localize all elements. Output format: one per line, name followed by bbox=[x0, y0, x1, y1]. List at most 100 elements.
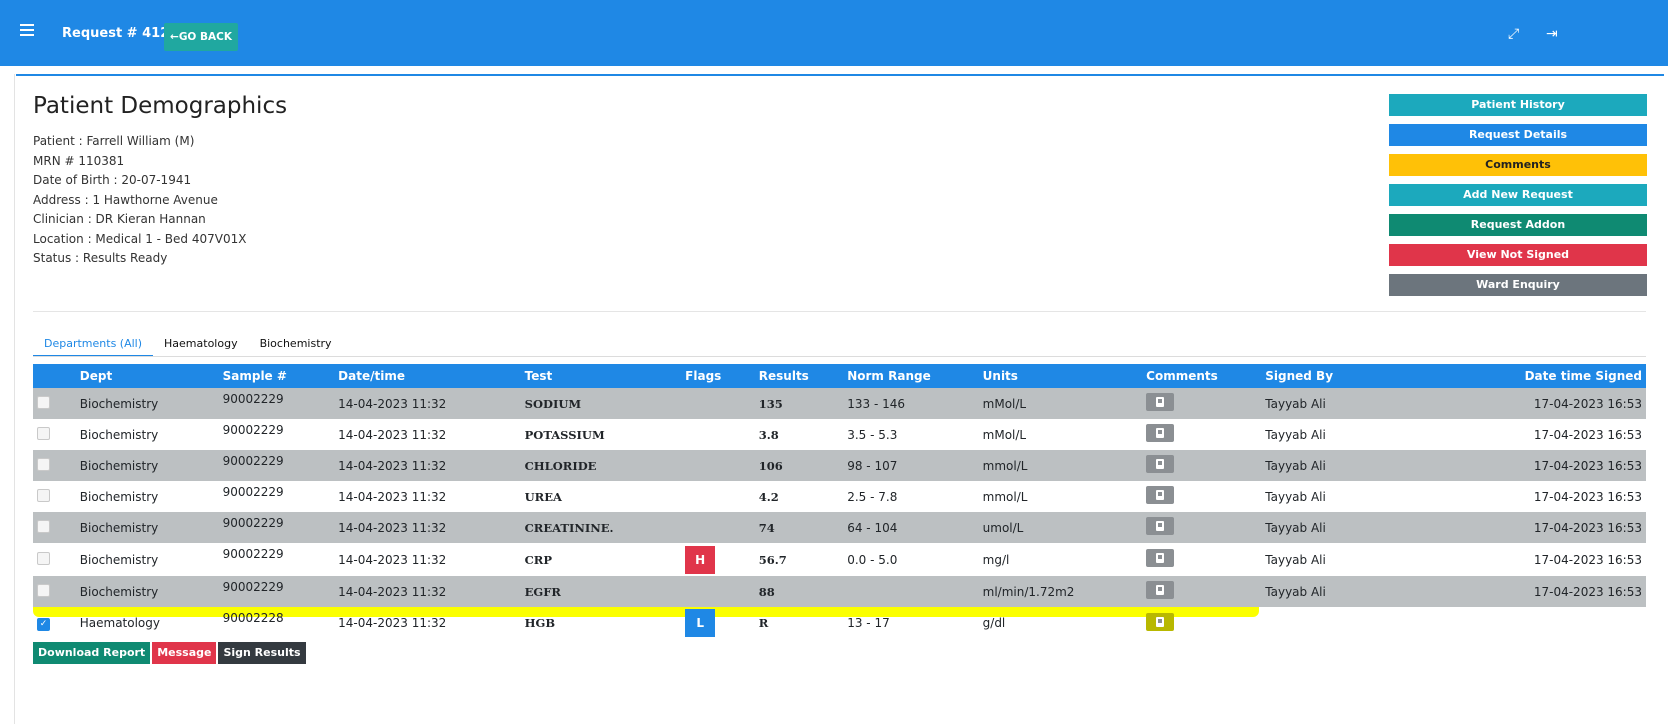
comment-icon[interactable] bbox=[1146, 393, 1175, 411]
select-cell[interactable] bbox=[33, 576, 76, 607]
page-title: Patient Demographics bbox=[33, 93, 288, 119]
units-cell: ml/min/1.72m2 bbox=[978, 576, 1143, 607]
tab-departments-all[interactable]: Departments (All) bbox=[33, 333, 154, 357]
table-row[interactable]: Biochemistry 90002229 14-04-2023 11:32 CRP H… bbox=[33, 543, 1646, 576]
column-header[interactable]: Comments bbox=[1142, 364, 1262, 388]
datetime-cell: 14-04-2023 11:32 bbox=[338, 616, 447, 630]
ward-enquiry-button[interactable]: Ward Enquiry bbox=[1389, 274, 1647, 296]
comment-icon[interactable] bbox=[1146, 612, 1175, 631]
column-header[interactable]: Date/time bbox=[334, 364, 521, 388]
tab-divider bbox=[33, 356, 1646, 357]
row-checkbox[interactable]: ✓ bbox=[37, 618, 50, 631]
signed-at-cell: 17-04-2023 16:53 bbox=[1379, 512, 1646, 543]
column-header[interactable]: Flags bbox=[681, 364, 755, 388]
request-details-button[interactable]: Request Details bbox=[1389, 124, 1647, 146]
select-cell[interactable] bbox=[33, 450, 76, 481]
row-checkbox[interactable] bbox=[37, 551, 50, 565]
column-header[interactable] bbox=[33, 364, 76, 388]
comment-icon[interactable] bbox=[1146, 424, 1175, 442]
range-cell: 13 - 17 bbox=[847, 616, 890, 630]
table-row[interactable]: Biochemistry 90002229 14-04-2023 11:32 EGFR… bbox=[33, 576, 1646, 607]
test-cell: UREA bbox=[520, 481, 682, 512]
column-header[interactable]: Test bbox=[520, 364, 682, 388]
column-header[interactable]: Units bbox=[978, 364, 1143, 388]
result-cell: R bbox=[758, 616, 769, 630]
logout-icon[interactable]: ⇥ bbox=[1546, 26, 1558, 42]
row-checkbox[interactable] bbox=[37, 457, 50, 471]
row-checkbox[interactable] bbox=[37, 395, 50, 409]
go-back-button[interactable]: ←GO BACK bbox=[164, 23, 238, 51]
signed-by-cell: Tayyab Ali bbox=[1261, 543, 1379, 576]
select-cell[interactable] bbox=[33, 388, 76, 419]
table-row[interactable]: ✓ Haematology 90002228 14-04-2023 11:32 HGB L… bbox=[33, 607, 1646, 639]
select-cell[interactable] bbox=[33, 419, 76, 450]
select-cell[interactable] bbox=[33, 543, 76, 576]
row-checkbox[interactable] bbox=[37, 426, 50, 440]
result-cell: 74 bbox=[754, 512, 844, 543]
datetime-cell: 14-04-2023 11:32 bbox=[334, 419, 521, 450]
column-header[interactable]: Norm Range bbox=[843, 364, 979, 388]
row-checkbox[interactable] bbox=[37, 583, 50, 597]
signed-by-cell: Tayyab Ali bbox=[1261, 388, 1379, 419]
test-cell: SODIUM bbox=[520, 388, 682, 419]
comment-icon[interactable] bbox=[1146, 517, 1175, 535]
request-addon-button[interactable]: Request Addon bbox=[1389, 214, 1647, 236]
sample-cell: 90002228 bbox=[222, 611, 284, 625]
column-header[interactable]: Signed By bbox=[1261, 364, 1379, 388]
select-cell[interactable] bbox=[33, 481, 76, 512]
patient-address: Address : 1 Hawthorne Avenue bbox=[33, 192, 218, 207]
select-cell[interactable]: ✓ bbox=[33, 607, 76, 639]
datetime-cell: 14-04-2023 11:32 bbox=[334, 450, 521, 481]
result-cell: 106 bbox=[754, 450, 844, 481]
view-not-signed-button[interactable]: View Not Signed bbox=[1389, 244, 1647, 266]
datetime-cell: 14-04-2023 11:32 bbox=[334, 512, 521, 543]
result-cell: 88 bbox=[754, 576, 844, 607]
column-header[interactable]: Results bbox=[754, 364, 844, 388]
table-row[interactable]: Biochemistry 90002229 14-04-2023 11:32 UREA… bbox=[33, 481, 1646, 512]
dept-cell: Biochemistry bbox=[75, 419, 219, 450]
comment-icon[interactable] bbox=[1146, 549, 1175, 567]
column-header[interactable]: Date time Signed bbox=[1379, 364, 1646, 388]
dept-cell: Biochemistry bbox=[75, 481, 219, 512]
comment-icon[interactable] bbox=[1146, 455, 1175, 473]
signed-by-cell: Tayyab Ali bbox=[1261, 512, 1379, 543]
flag-cell bbox=[681, 419, 755, 450]
patient-name: Patient : Farrell William (M) bbox=[33, 134, 195, 148]
row-checkbox[interactable] bbox=[37, 488, 50, 502]
signed-by-cell bbox=[1261, 607, 1379, 639]
tab-haematology[interactable]: Haematology bbox=[153, 333, 249, 355]
table-row[interactable]: Biochemistry 90002229 14-04-2023 11:32 CREA… bbox=[33, 512, 1646, 543]
dept-cell: Biochemistry bbox=[75, 576, 219, 607]
select-cell[interactable] bbox=[33, 512, 76, 543]
test-cell: EGFR bbox=[520, 576, 682, 607]
download-report-button[interactable]: Download Report bbox=[33, 642, 151, 664]
table-row[interactable]: Biochemistry 90002229 14-04-2023 11:32 SODI… bbox=[33, 388, 1646, 419]
patient-status: Status : Results Ready bbox=[33, 251, 168, 265]
dept-cell: Haematology bbox=[79, 616, 160, 630]
sign-results-button[interactable]: Sign Results bbox=[218, 642, 306, 664]
flag-cell bbox=[681, 388, 755, 419]
top-navbar: Request # 41241 ←GO BACK ⤢ ⇥ bbox=[0, 0, 1668, 66]
result-cell: 135 bbox=[754, 388, 844, 419]
flag-cell: H bbox=[681, 543, 755, 576]
expand-icon[interactable]: ⤢ bbox=[1508, 26, 1519, 42]
tab-biochemistry[interactable]: Biochemistry bbox=[249, 333, 343, 355]
comment-icon[interactable] bbox=[1146, 486, 1175, 504]
signed-by-cell: Tayyab Ali bbox=[1261, 481, 1379, 512]
flag-cell bbox=[681, 576, 755, 607]
comments-button[interactable]: Comments bbox=[1389, 154, 1647, 176]
range-cell bbox=[843, 576, 979, 607]
row-checkbox[interactable] bbox=[37, 519, 50, 533]
add-new-request-button[interactable]: Add New Request bbox=[1389, 184, 1647, 206]
menu-icon[interactable] bbox=[20, 24, 34, 36]
datetime-cell: 14-04-2023 11:32 bbox=[334, 576, 521, 607]
comment-icon[interactable] bbox=[1146, 581, 1175, 599]
column-header[interactable]: Dept bbox=[75, 364, 219, 388]
patient-demographics: Patient : Farrell William (M) MRN # 1103… bbox=[33, 132, 246, 269]
table-row[interactable]: Biochemistry 90002229 14-04-2023 11:32 CHLO… bbox=[33, 450, 1646, 481]
signed-at-cell: 17-04-2023 16:53 bbox=[1379, 481, 1646, 512]
message-button[interactable]: Message bbox=[152, 642, 217, 664]
table-row[interactable]: Biochemistry 90002229 14-04-2023 11:32 POTA… bbox=[33, 419, 1646, 450]
patient-history-button[interactable]: Patient History bbox=[1389, 94, 1647, 116]
column-header[interactable]: Sample # bbox=[218, 364, 335, 388]
